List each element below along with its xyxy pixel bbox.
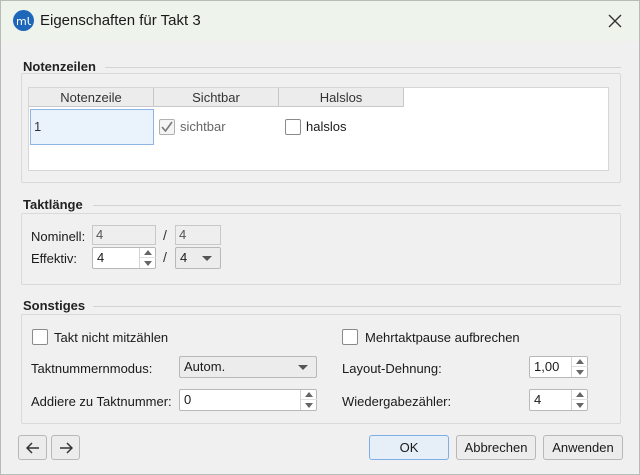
arrow-left-icon <box>25 441 39 454</box>
actual-denominator-value: 4 <box>180 250 188 265</box>
play-count-value: 4 <box>534 392 542 407</box>
chevron-down-icon <box>305 402 313 408</box>
close-button[interactable] <box>603 9 627 33</box>
chevron-down-icon <box>202 256 212 261</box>
staves-table: Notenzeile Sichtbar Halslos 1 sichtbar h… <box>28 87 609 171</box>
musescore-icon: mU <box>13 10 34 31</box>
spin-down-button[interactable] <box>572 400 588 410</box>
spin-buttons <box>571 390 588 410</box>
spin-buttons <box>300 390 317 410</box>
window-title: Eigenschaften für Takt 3 <box>40 12 201 29</box>
title-bar: mU Eigenschaften für Takt 3 <box>1 1 639 41</box>
nominal-denominator: 4 <box>175 225 221 245</box>
add-to-number-spinbox[interactable]: 0 <box>179 389 317 411</box>
nominal-separator: / <box>163 227 167 243</box>
ok-button[interactable]: OK <box>369 435 449 460</box>
measure-properties-dialog: mU Eigenschaften für Takt 3 Notenzeilen … <box>0 0 640 475</box>
spin-down-button[interactable] <box>301 400 317 410</box>
spin-up-button[interactable] <box>572 390 588 400</box>
close-icon <box>608 14 622 28</box>
exclude-count-checkbox[interactable] <box>32 329 48 345</box>
section-title-sonstiges: Sonstiges <box>23 298 86 313</box>
visible-label: sichtbar <box>180 119 226 134</box>
spin-down-button[interactable] <box>140 258 156 268</box>
chevron-down-icon <box>298 365 308 370</box>
divider <box>105 67 621 68</box>
play-count-label: Wiedergabezähler: <box>342 394 452 409</box>
actual-denominator-combo[interactable]: 4 <box>175 247 221 269</box>
checkmark-icon <box>161 121 173 133</box>
number-mode-value: Autom. <box>184 359 226 374</box>
exclude-count-label: Takt nicht mitzählen <box>54 330 169 345</box>
actual-numerator-spinbox[interactable]: 4 <box>92 247 156 269</box>
section-title-taktlaenge: Taktlänge <box>23 197 83 212</box>
chevron-up-icon <box>144 250 152 255</box>
nominal-numerator: 4 <box>92 225 156 245</box>
play-count-spinbox[interactable]: 4 <box>529 389 588 411</box>
actual-separator: / <box>163 249 167 265</box>
spin-up-button[interactable] <box>572 357 588 367</box>
layout-stretch-spinbox[interactable]: 1,00 <box>529 356 588 378</box>
stemless-label: halslos <box>306 119 347 134</box>
actual-label: Effektiv: <box>31 251 78 266</box>
stemless-checkbox[interactable] <box>285 119 301 135</box>
spin-down-button[interactable] <box>572 367 588 377</box>
table-cell-staff[interactable]: 1 <box>30 109 154 145</box>
number-mode-combo[interactable]: Autom. <box>179 356 317 378</box>
break-mmrest-label: Mehrtaktpause aufbrechen <box>365 330 520 345</box>
chevron-down-icon <box>576 402 584 408</box>
chevron-down-icon <box>144 260 152 266</box>
previous-measure-button[interactable] <box>18 435 47 460</box>
spin-up-button[interactable] <box>301 390 317 400</box>
divider <box>93 205 621 206</box>
arrow-right-icon <box>59 441 73 454</box>
add-to-number-label: Addiere zu Taktnummer: <box>31 394 172 409</box>
nominal-label: Nominell: <box>31 229 86 244</box>
column-header-sichtbar[interactable]: Sichtbar <box>154 88 279 107</box>
chevron-up-icon <box>576 392 584 397</box>
cancel-button[interactable]: Abbrechen <box>456 435 536 460</box>
divider <box>93 306 621 307</box>
layout-stretch-label: Layout-Dehnung: <box>342 361 442 376</box>
layout-stretch-value: 1,00 <box>534 359 560 374</box>
next-measure-button[interactable] <box>51 435 80 460</box>
spin-up-button[interactable] <box>140 248 156 258</box>
column-header-notenzeile[interactable]: Notenzeile <box>29 88 154 107</box>
spin-buttons <box>571 357 588 377</box>
column-header-halslos[interactable]: Halslos <box>279 88 404 107</box>
actual-numerator-value: 4 <box>97 250 105 265</box>
number-mode-label: Taktnummernmodus: <box>31 361 153 376</box>
chevron-up-icon <box>305 392 313 397</box>
break-mmrest-checkbox[interactable] <box>342 329 358 345</box>
add-to-number-value: 0 <box>184 392 192 407</box>
spin-buttons <box>139 248 156 268</box>
svg-text:mU: mU <box>16 15 31 27</box>
chevron-down-icon <box>576 369 584 375</box>
section-title-notenzeilen: Notenzeilen <box>23 59 96 74</box>
chevron-up-icon <box>576 359 584 364</box>
apply-button[interactable]: Anwenden <box>543 435 623 460</box>
visible-checkbox[interactable] <box>159 119 175 135</box>
